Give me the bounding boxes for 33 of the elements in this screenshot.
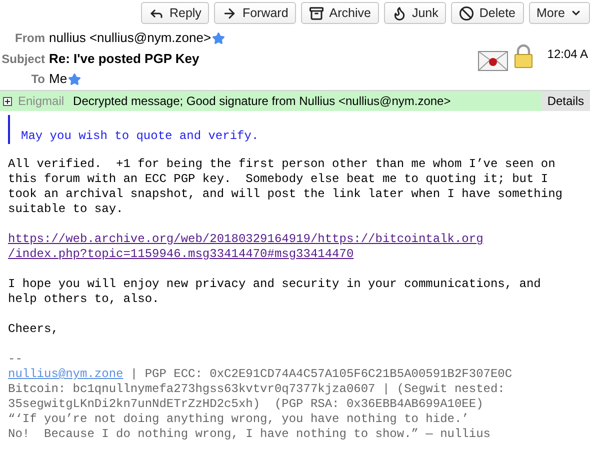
padlock-icon[interactable] [514, 44, 534, 68]
signature-status: Decrypted message; Good signature from Nullius <nullius@nym.zone> [73, 93, 451, 110]
details-button[interactable]: Details [541, 92, 590, 110]
message-paragraph: Cheers, [8, 322, 58, 337]
field-label: Subject [0, 50, 46, 68]
signature-text: | PGP ECC: 0xC2E91CD74A4C57A105F6C21B5A00591B2F307E0C [129, 367, 512, 382]
quoted-text: May you wish to quote and verify. [21, 129, 259, 144]
archive-icon [309, 6, 324, 20]
signature-separator: -- [8, 352, 22, 367]
sender-name[interactable]: nullius <nullius@nym.zone> [49, 28, 212, 48]
toolbar-button[interactable]: Delete [451, 2, 524, 24]
arrow-right-icon [222, 6, 238, 20]
subject-text: Re: I've posted PGP Key [49, 50, 200, 68]
star-icon[interactable] [212, 32, 226, 44]
star-icon[interactable] [68, 72, 82, 86]
message-time: 12:04 A [547, 46, 589, 63]
toolbar-button[interactable]: Reply [141, 2, 210, 24]
enigmail-label: Enigmail [18, 93, 64, 110]
toolbar-button[interactable]: Forward [214, 2, 296, 24]
toolbar-button[interactable]: Archive [301, 2, 379, 24]
sealed-envelope-icon[interactable] [478, 51, 508, 71]
signature-text: Bitcoin: bc1qnullnymefa273hgss63kvtvr0q7377kjza0607 | (Segwit nested: 35segwitgLKnDi2kn7unNdETrZzHD2c5xh) (PGP RSA: 0x36EBB4AB699A10EE) “‘If you’re not doing anything wrong, you have nothing to hide.’ No! Because I do nothing wrong, I have nothing to show.” — nullius [8, 382, 505, 442]
message-paragraph: I hope you will enjoy new privacy and security in your communications, and help others to, also. [8, 277, 541, 307]
archive-link[interactable]: https://web.archive.org/web/20180329164919/https://bitcointalk.org /index.php?topic=1159946.msg33414470#msg33414470 [8, 232, 484, 262]
message-paragraph: All verified. +1 for being the first person other than me whom I’ve seen on this forum with an ECC PGP key. Somebody else beat me to quoting it; but I took an archival snapshot, and will post the link later when I have something suitable to say. [8, 157, 562, 217]
toolbar-button[interactable]: Junk [384, 2, 446, 24]
recipient-name[interactable]: Me [49, 69, 68, 89]
field-label: From [14, 30, 46, 47]
expand-icon[interactable] [3, 96, 12, 106]
toolbar-button[interactable]: More [528, 2, 590, 24]
prohibited-icon [459, 6, 474, 20]
flame-icon [392, 6, 407, 20]
field-label: To [30, 71, 46, 88]
